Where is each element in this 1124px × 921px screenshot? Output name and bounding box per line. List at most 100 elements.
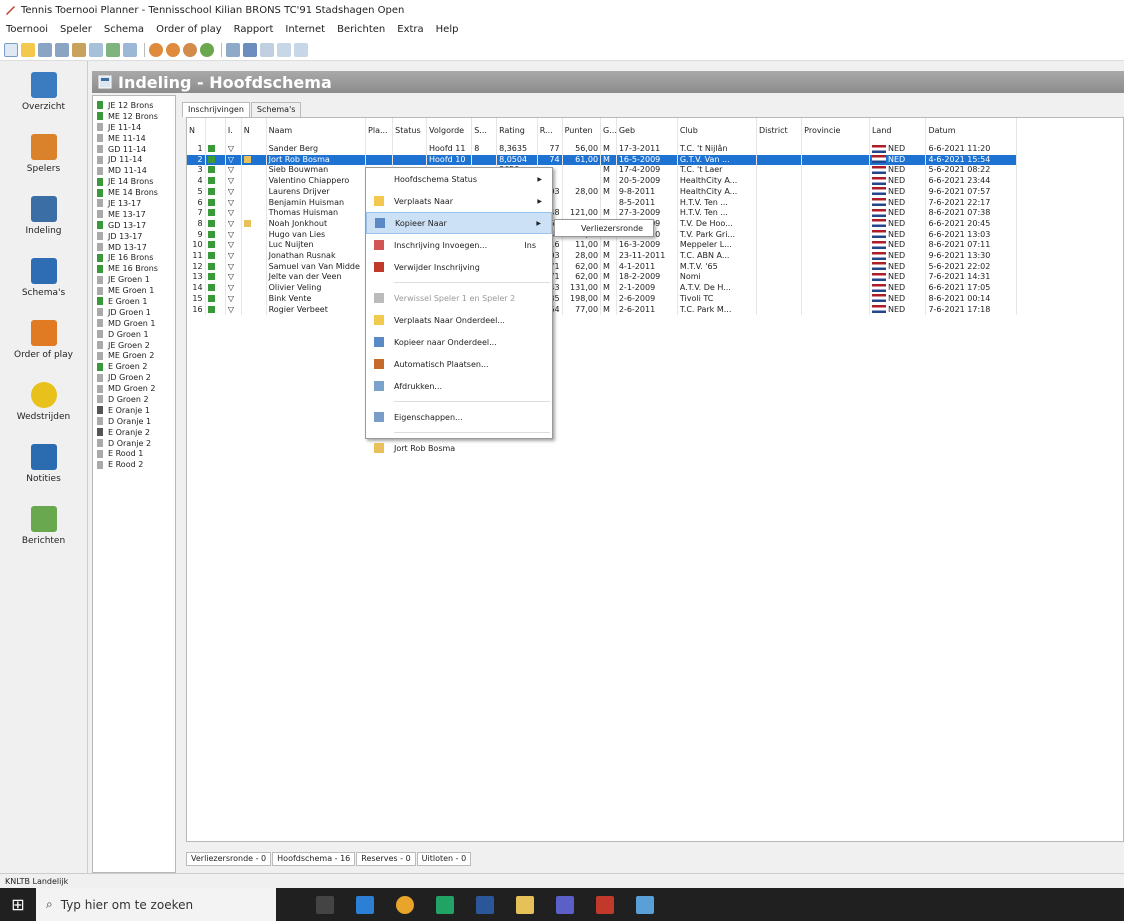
column-header[interactable]: Pla... — [365, 118, 394, 144]
ctx-item-jort-rob-bosma[interactable]: Jort Rob Bosma — [366, 437, 552, 459]
players-tb-icon[interactable] — [38, 42, 52, 57]
column-header[interactable]: G... — [600, 118, 617, 144]
table-row[interactable]: 7▽Thomas Huisman562448121,00M27-3-2009H.… — [187, 208, 1017, 219]
person-swap-icon[interactable] — [183, 42, 197, 57]
task-view-icon[interactable] — [316, 895, 334, 914]
menu-rapport[interactable]: Rapport — [234, 24, 274, 35]
tree-item[interactable]: JD Groen 2 — [93, 372, 175, 383]
tree-item[interactable]: JE 11-14 — [93, 122, 175, 133]
word-icon[interactable] — [476, 895, 494, 914]
table-row[interactable]: 10▽Luc Nuijten716511611,00M16-3-2009Mepp… — [187, 240, 1017, 252]
tree-item[interactable]: JE Groen 1 — [93, 274, 175, 285]
column-header[interactable]: S... — [471, 118, 498, 144]
column-header[interactable]: Datum — [925, 118, 1017, 144]
bottom-tab[interactable]: Reserves - 0 — [356, 852, 416, 866]
chart-tb-icon[interactable] — [243, 42, 257, 57]
column-header[interactable]: Provincie — [801, 118, 870, 144]
table-row[interactable]: 13▽Jelte van der Veen99517162,00M18-2-20… — [187, 272, 1017, 284]
tree-item[interactable]: ME 13-17 — [93, 209, 175, 220]
column-header[interactable]: Land — [869, 118, 927, 144]
player-name[interactable]: Benjamin Huisman — [266, 197, 367, 209]
column-header[interactable]: Volgorde — [426, 118, 473, 144]
menu-order-of-play[interactable]: Order of play — [156, 24, 222, 35]
tree-item[interactable]: GD 13-17 — [93, 220, 175, 231]
paint-icon[interactable] — [636, 895, 654, 914]
bottom-tab[interactable]: Uitloten - 0 — [416, 852, 472, 866]
submenu-item-label[interactable]: Verliezersronde — [581, 224, 643, 233]
table-row[interactable]: 1 ▽ Sander Berg Hoofd 11 8 8,3635 77 56,00 M 17-3… — [187, 144, 1017, 155]
tree-item[interactable]: E Oranje 1 — [93, 405, 175, 416]
open-icon[interactable] — [21, 42, 35, 57]
nav-item-order-of-play[interactable]: Order of play — [0, 309, 87, 371]
ctx-item-verplaats-naar-onderdeel[interactable]: Verplaats Naar Onderdeel... — [366, 309, 552, 331]
tree-item[interactable]: JE 12 Brons — [93, 100, 175, 111]
table-row[interactable]: 4▽Valentino Chiappero3428M20-5-2009Healt… — [187, 176, 1017, 187]
edit-icon[interactable] — [72, 42, 86, 57]
chrome-icon[interactable] — [396, 895, 414, 914]
table-row[interactable]: 11▽Jonathan Rusnak254210328,00M23-11-201… — [187, 251, 1017, 262]
tree-item[interactable]: ME Groen 1 — [93, 285, 175, 296]
tree-item[interactable]: E Rood 1 — [93, 449, 175, 460]
tree-item[interactable]: ME 16 Brons — [93, 263, 175, 274]
column-header[interactable]: Geb — [616, 118, 678, 144]
column-header[interactable]: I. — [225, 118, 242, 144]
table-row[interactable]: 16▽Rogier Verbeet04266477,00M2-6-2011T.C… — [187, 304, 1017, 316]
tree-item[interactable]: JD 13-17 — [93, 231, 175, 242]
column-header[interactable] — [205, 118, 226, 144]
tree-item[interactable]: MD Groen 1 — [93, 318, 175, 329]
player-name[interactable]: Sander Berg — [266, 144, 367, 155]
doc2-tb-icon[interactable] — [294, 42, 308, 57]
column-header[interactable]: R... — [537, 118, 563, 144]
player-name[interactable]: Sieb Bouwman — [266, 165, 367, 177]
player-name[interactable]: Bink Vente — [266, 293, 367, 305]
new-icon[interactable] — [4, 42, 18, 57]
table-row[interactable]: 2 ▽ Jort Rob Bosma Hoofd 10 8,0504 74 61,00 M 16… — [187, 154, 1017, 166]
player-name[interactable]: Luc Nuijten — [266, 240, 367, 252]
tree-item[interactable]: JD 11-14 — [93, 154, 175, 165]
column-header[interactable]: Rating — [496, 118, 538, 144]
refresh-icon[interactable] — [106, 42, 120, 57]
bottom-tab[interactable]: Verliezersronde - 0 — [186, 852, 272, 866]
nav-item-spelers[interactable]: Spelers — [0, 123, 87, 185]
player-name[interactable]: Noah Jonkhout — [266, 218, 367, 230]
menu-toernooi[interactable]: Toernooi — [6, 24, 48, 35]
taskbar-search[interactable]: ⌕ Typ hier om te zoeken — [36, 888, 276, 921]
tree-item[interactable]: D Oranje 1 — [93, 416, 175, 427]
nav-item-notities[interactable]: Notities — [0, 433, 87, 495]
submenu-verliezersronde[interactable]: Verliezersronde — [554, 219, 654, 237]
player-name[interactable]: Laurens Drijver — [266, 186, 367, 198]
nav-item-berichten[interactable]: Berichten — [0, 495, 87, 557]
table-row[interactable]: 5▽Laurens Drijver516410328,00M9-8-2011He… — [187, 186, 1017, 198]
menu-berichten[interactable]: Berichten — [337, 24, 385, 35]
person-orange2-icon[interactable] — [166, 42, 180, 57]
tree-item[interactable]: E Oranje 2 — [93, 427, 175, 438]
ctx-item-kopieer-naar[interactable]: Kopieer Naar ▶ — [366, 212, 552, 234]
column-header[interactable]: N — [187, 118, 206, 144]
column-header[interactable]: District — [756, 118, 803, 144]
menu-internet[interactable]: Internet — [285, 24, 325, 35]
table-row[interactable]: 6 ▽ Benjamin Huisman 8-5-2011 H.T.V. Ten ...… — [187, 197, 1017, 209]
bottom-tab[interactable]: Hoofdschema - 16 — [272, 852, 356, 866]
nav-item-wedstrijden[interactable]: Wedstrijden — [0, 371, 87, 433]
person-orange-icon[interactable] — [149, 42, 163, 57]
column-header[interactable]: Naam — [266, 118, 367, 144]
ctx-item-afdrukken[interactable]: Afdrukken... — [366, 375, 552, 397]
doc-tb-icon[interactable] — [277, 42, 291, 57]
menu-schema[interactable]: Schema — [104, 24, 144, 35]
stats-tb-icon[interactable] — [260, 42, 274, 57]
ctx-item-eigenschappen[interactable]: Eigenschappen... — [366, 406, 552, 428]
outlook-icon[interactable] — [356, 895, 374, 914]
mail-tb-icon[interactable] — [123, 42, 137, 57]
ctx-item-automatisch-plaatsen[interactable]: Automatisch Plaatsen... — [366, 353, 552, 375]
print-icon[interactable] — [226, 42, 240, 57]
table-row[interactable]: 14▽Olivier Veling435143131,00M2-1-2009A.… — [187, 283, 1017, 294]
folder-icon[interactable] — [89, 42, 103, 57]
tree-item[interactable]: D Groen 2 — [93, 394, 175, 405]
tab-schemas[interactable]: Schema's — [250, 102, 302, 117]
ctx-item-verplaats-naar[interactable]: Verplaats Naar ▶ — [366, 190, 552, 212]
player-name[interactable]: Jonathan Rusnak — [266, 251, 367, 262]
player-name[interactable]: Rogier Verbeet — [266, 304, 367, 316]
tree-item[interactable]: JE 13-17 — [93, 198, 175, 209]
tree-item[interactable]: JE Groen 2 — [93, 340, 175, 351]
tree-item[interactable]: ME Groen 2 — [93, 350, 175, 361]
